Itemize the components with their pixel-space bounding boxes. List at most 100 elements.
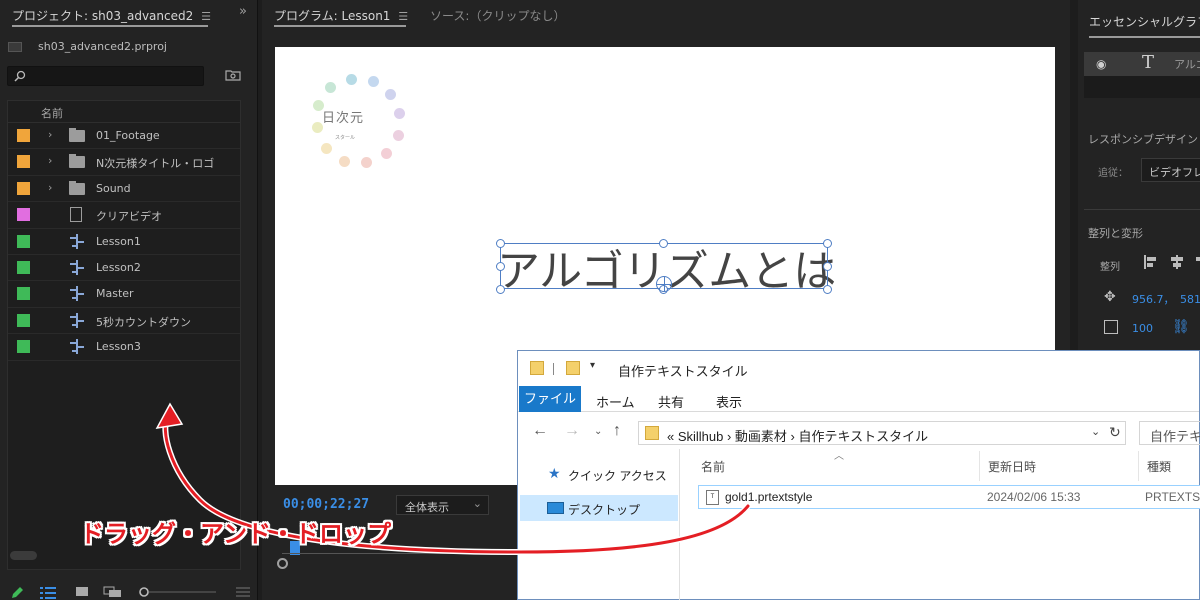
resize-handle[interactable] bbox=[496, 262, 505, 271]
project-item-master[interactable]: Master bbox=[8, 281, 240, 308]
playhead-timecode[interactable]: 00;00;22;27 bbox=[283, 497, 369, 512]
tab-file[interactable]: ファイル bbox=[519, 386, 581, 412]
recent-locations-icon[interactable]: ⌄ bbox=[594, 426, 602, 437]
label-color-swatch[interactable] bbox=[17, 287, 30, 301]
resize-handle[interactable] bbox=[823, 239, 832, 248]
item-label: Lesson2 bbox=[96, 260, 141, 274]
project-item-countdown[interactable]: 5秒カウントダウン bbox=[8, 308, 240, 335]
resize-handle[interactable] bbox=[496, 285, 505, 294]
item-label: Lesson1 bbox=[96, 234, 141, 248]
project-search-input[interactable] bbox=[7, 66, 204, 86]
follow-select[interactable]: ビデオフレ bbox=[1141, 158, 1200, 182]
anchor-point-icon[interactable] bbox=[656, 276, 672, 292]
tab-home[interactable]: ホーム bbox=[596, 392, 635, 411]
zoom-fit-select[interactable]: 全体表示 ⌄ bbox=[396, 495, 489, 515]
label-color-swatch[interactable] bbox=[17, 260, 30, 274]
tab-share[interactable]: 共有 bbox=[658, 392, 684, 411]
project-item-clear-video[interactable]: クリアビデオ bbox=[8, 202, 240, 229]
position-value[interactable]: 956.7， 581 bbox=[1132, 291, 1200, 307]
pencil-icon[interactable] bbox=[10, 586, 24, 600]
label-color-swatch[interactable] bbox=[17, 155, 30, 169]
more-menu-icon[interactable] bbox=[236, 586, 250, 598]
panel-menu-icon[interactable]: ☰ bbox=[201, 10, 211, 23]
chevron-down-icon[interactable]: ⌄ bbox=[1091, 425, 1100, 438]
sequence-icon bbox=[70, 286, 84, 302]
back-arrow-icon[interactable]: ← bbox=[532, 422, 548, 440]
project-item-lesson3[interactable]: Lesson3 bbox=[8, 334, 240, 361]
timeline-ruler[interactable] bbox=[282, 553, 517, 554]
nav-item-desktop[interactable]: デスクトップ bbox=[520, 495, 678, 521]
column-header-name[interactable]: 名前 bbox=[701, 458, 725, 475]
folder-icon bbox=[69, 128, 85, 142]
freeform-view-icon[interactable] bbox=[103, 586, 123, 598]
divider bbox=[1084, 209, 1200, 210]
column-header-modified[interactable]: 更新日時 bbox=[988, 458, 1036, 475]
essential-graphics-tab[interactable]: エッセンシャルグラフ bbox=[1089, 13, 1200, 30]
program-tab[interactable]: プログラム: Lesson1 ☰ bbox=[274, 7, 408, 24]
address-path: « Skillhub › 動画素材 › 自作テキストスタイル bbox=[667, 429, 929, 444]
label-color-swatch[interactable] bbox=[17, 181, 30, 195]
text-style-file-icon: T bbox=[706, 490, 719, 505]
column-divider[interactable] bbox=[1138, 451, 1139, 481]
project-item-footage[interactable]: › 01_Footage bbox=[8, 123, 240, 150]
horizontal-scrollbar[interactable] bbox=[10, 551, 37, 560]
resize-handle[interactable] bbox=[496, 239, 505, 248]
forward-arrow-icon[interactable]: → bbox=[564, 422, 580, 440]
scale-value[interactable]: 100 bbox=[1132, 322, 1153, 335]
file-row[interactable]: T gold1.prtextstyle 2024/02/06 15:33 PRT… bbox=[698, 485, 1200, 509]
sequence-icon bbox=[70, 233, 84, 249]
item-label: クリアビデオ bbox=[96, 210, 162, 224]
resize-handle[interactable] bbox=[823, 262, 832, 271]
eye-icon[interactable]: ◉ bbox=[1096, 57, 1106, 71]
column-header-type[interactable]: 種類 bbox=[1147, 458, 1171, 475]
link-icon[interactable]: ⛓ bbox=[1172, 319, 1190, 335]
label-color-swatch[interactable] bbox=[17, 129, 30, 142]
address-bar[interactable]: « Skillhub › 動画素材 › 自作テキストスタイル ⌄ ↻ bbox=[638, 421, 1126, 445]
project-item-lesson2[interactable]: Lesson2 bbox=[8, 255, 240, 282]
refresh-icon[interactable]: ↻ bbox=[1109, 424, 1121, 441]
align-label: 整列 bbox=[1100, 262, 1120, 273]
new-bin-icon[interactable] bbox=[225, 68, 241, 81]
project-tab[interactable]: プロジェクト: sh03_advanced2 ☰ bbox=[12, 7, 211, 24]
scale-icon bbox=[1104, 320, 1118, 334]
align-right-icon[interactable] bbox=[1194, 255, 1200, 269]
up-arrow-icon[interactable]: ↑ bbox=[613, 422, 621, 440]
expand-chevron-icon[interactable]: › bbox=[48, 154, 52, 167]
label-color-swatch[interactable] bbox=[17, 208, 30, 222]
folder-icon bbox=[530, 361, 544, 375]
layer-list-empty-area bbox=[1084, 76, 1200, 98]
project-item-lesson1[interactable]: Lesson1 bbox=[8, 229, 240, 255]
logo-dot bbox=[385, 89, 396, 100]
logo-dot bbox=[361, 157, 372, 168]
source-tab[interactable]: ソース:（クリップなし） bbox=[430, 7, 565, 24]
graphic-layer-row[interactable]: ◉ T アルゴ bbox=[1084, 52, 1200, 76]
folder-icon[interactable] bbox=[566, 361, 580, 375]
icon-view-icon[interactable] bbox=[75, 586, 89, 598]
project-item-sound[interactable]: › Sound bbox=[8, 176, 240, 203]
panel-menu-icon[interactable]: ☰ bbox=[398, 10, 408, 23]
align-center-icon[interactable] bbox=[1170, 255, 1184, 269]
chevron-down-icon[interactable]: ▾ bbox=[590, 360, 595, 371]
nav-item-quick-access[interactable]: ★ クイック アクセス bbox=[520, 461, 678, 487]
project-item-list: 名前 › 01_Footage › N次元様タイトル・ロゴ › Sound クリ… bbox=[7, 100, 241, 570]
label-color-swatch[interactable] bbox=[17, 313, 30, 327]
logo-dot bbox=[368, 76, 379, 87]
list-view-icon[interactable] bbox=[40, 586, 56, 600]
resize-handle[interactable] bbox=[659, 239, 668, 248]
align-left-icon[interactable] bbox=[1144, 255, 1158, 269]
zoom-slider[interactable] bbox=[138, 586, 218, 598]
column-name-header[interactable]: 名前 bbox=[41, 105, 63, 121]
expand-chevron-icon[interactable]: › bbox=[48, 181, 52, 194]
explorer-search-input[interactable]: 自作テキス bbox=[1139, 421, 1200, 445]
tab-view[interactable]: 表示 bbox=[716, 392, 742, 411]
explorer-titlebar[interactable]: ▾ 自作テキストスタイル bbox=[518, 351, 1199, 384]
label-color-swatch[interactable] bbox=[17, 340, 30, 354]
project-item-title-logo[interactable]: › N次元様タイトル・ロゴ bbox=[8, 149, 240, 176]
timeline-zoom-knob[interactable] bbox=[277, 558, 288, 569]
label-color-swatch[interactable] bbox=[17, 234, 30, 248]
column-divider[interactable] bbox=[979, 451, 980, 481]
expand-chevron-icon[interactable]: › bbox=[48, 128, 52, 141]
more-panels-icon[interactable]: » bbox=[239, 4, 247, 19]
position-icon: ✥ bbox=[1104, 289, 1116, 305]
resize-handle[interactable] bbox=[823, 285, 832, 294]
